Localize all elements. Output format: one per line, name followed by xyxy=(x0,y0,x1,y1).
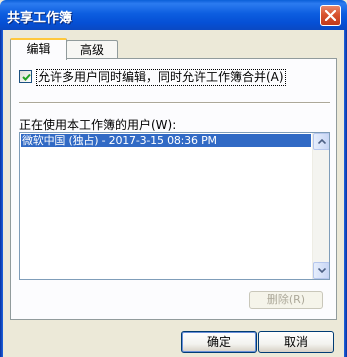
ok-button[interactable]: 确定 xyxy=(181,331,257,353)
separator xyxy=(19,102,330,104)
scroll-down-button[interactable] xyxy=(313,262,329,279)
cancel-button[interactable]: 取消 xyxy=(258,331,334,353)
title-bar[interactable]: 共享工作簿 xyxy=(0,0,347,30)
check-icon xyxy=(22,73,31,81)
remove-user-button[interactable]: 删除(R) xyxy=(249,291,323,309)
chevron-up-icon xyxy=(318,139,326,144)
tab-edit[interactable]: 编辑 xyxy=(10,38,67,60)
close-button[interactable] xyxy=(320,5,341,26)
tab-advanced[interactable]: 高级 xyxy=(66,40,118,60)
users-list-label: 正在使用本工作簿的用户(W): xyxy=(19,118,177,132)
users-listbox[interactable]: 微软中国 (独占) - 2017-3-15 08:36 PM xyxy=(19,132,330,280)
tab-panel-edit: 允许多用户同时编辑，同时允许工作簿合并(A) 正在使用本工作簿的用户(W): 微… xyxy=(10,58,337,320)
window-title: 共享工作簿 xyxy=(7,11,73,26)
allow-multi-user-checkbox[interactable] xyxy=(19,70,32,83)
allow-multi-user-label[interactable]: 允许多用户同时编辑，同时允许工作簿合并(A) xyxy=(36,69,286,86)
vertical-scrollbar[interactable] xyxy=(312,133,329,279)
close-icon xyxy=(325,10,336,21)
window-frame-left xyxy=(0,30,3,357)
chevron-down-icon xyxy=(318,268,326,273)
list-item[interactable]: 微软中国 (独占) - 2017-3-15 08:36 PM xyxy=(21,134,311,147)
share-workbook-dialog: 共享工作簿 编辑 高级 允许多用户同时编辑，同时允许工作簿合并(A) 正在使用本… xyxy=(0,0,347,357)
scroll-up-button[interactable] xyxy=(313,133,329,150)
